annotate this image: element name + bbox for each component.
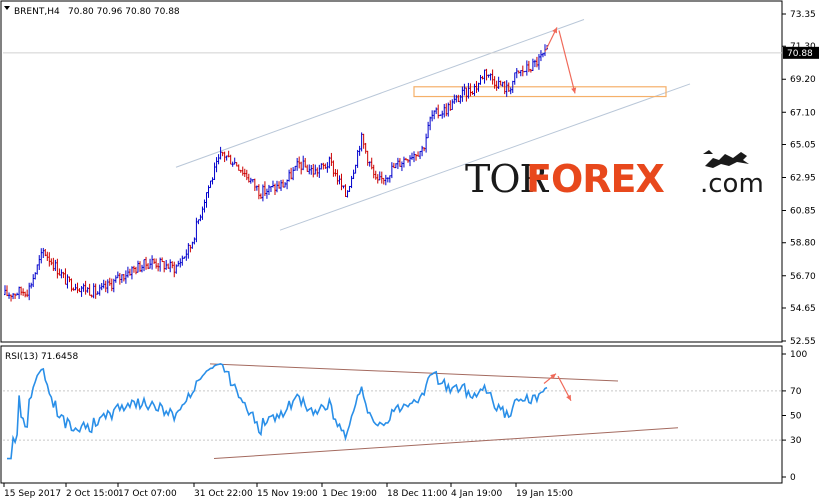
- rsi-tick-label: 70: [790, 387, 802, 397]
- price-tick-label: 65.05: [790, 140, 816, 150]
- time-tick-label: 31 Oct 22:00: [194, 489, 253, 499]
- price-tick-label: 73.35: [790, 10, 816, 20]
- rsi-tick-label: 50: [790, 412, 802, 422]
- price-tick-label: 69.20: [790, 75, 816, 85]
- price-tick-label: 62.95: [790, 174, 816, 184]
- time-tick-label: 2 Oct 15:00: [66, 489, 119, 499]
- time-tick-label: 17 Oct 07:00: [118, 489, 177, 499]
- price-tick-label: 67.10: [790, 108, 816, 118]
- price-tick-label: 52.55: [790, 337, 816, 347]
- rsi-tick-label: 0: [790, 473, 796, 483]
- price-tick-label: 58.80: [790, 239, 816, 249]
- price-tick-label: 56.70: [790, 272, 816, 282]
- symbol-label: BRENT,H4: [14, 7, 60, 17]
- logo-com: .com: [700, 169, 764, 199]
- time-tick-label: 1 Dec 19:00: [322, 489, 377, 499]
- chart-canvas: BRENT,H4 70.80 70.96 70.80 70.88 RSI(13)…: [0, 0, 819, 499]
- ohlc-values: 70.80 70.96 70.80 70.88: [68, 7, 180, 17]
- logo-forex: FOREX: [526, 157, 664, 201]
- rsi-tick-label: 100: [790, 350, 807, 360]
- time-tick-label: 4 Jan 19:00: [451, 489, 503, 499]
- time-tick-label: 15 Nov 19:00: [257, 489, 318, 499]
- current-price-label: 70.88: [787, 49, 813, 59]
- time-tick-label: 19 Jan 15:00: [516, 489, 573, 499]
- price-tick-label: 60.85: [790, 207, 816, 217]
- rsi-header: RSI(13) 71.6458: [5, 352, 78, 362]
- price-tick-label: 54.65: [790, 304, 816, 314]
- rsi-tick-label: 30: [790, 436, 802, 446]
- time-tick-label: 15 Sep 2017: [4, 489, 61, 499]
- time-tick-label: 18 Dec 11:00: [387, 489, 448, 499]
